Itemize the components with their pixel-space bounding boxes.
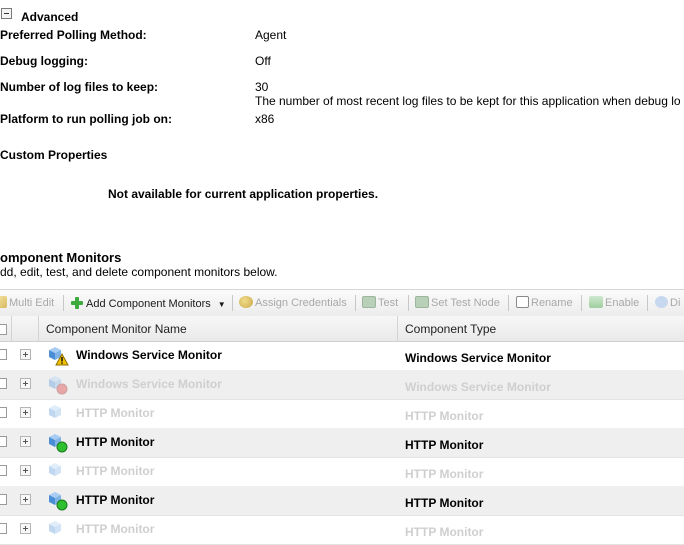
- debug-logging-value: Off: [255, 54, 271, 68]
- platform-label: Platform to run polling job on:: [0, 112, 172, 126]
- enable-button[interactable]: Enable: [589, 296, 639, 309]
- monitor-name[interactable]: HTTP Monitor: [76, 464, 154, 478]
- monitor-type: HTTP Monitor: [405, 409, 484, 423]
- monitor-type: HTTP Monitor: [405, 525, 484, 539]
- polling-method-label: Preferred Polling Method:: [0, 28, 147, 42]
- enable-icon: [589, 296, 603, 308]
- expand-row-icon[interactable]: [20, 378, 31, 389]
- expand-row-icon[interactable]: [20, 436, 31, 447]
- monitor-status-icon: [46, 375, 72, 395]
- expand-row-icon[interactable]: [20, 465, 31, 476]
- test-button[interactable]: Test: [362, 296, 398, 309]
- expand-row-icon[interactable]: [20, 494, 31, 505]
- debug-logging-label: Debug logging:: [0, 54, 88, 68]
- select-all-checkbox[interactable]: [0, 324, 7, 335]
- platform-value: x86: [255, 112, 275, 126]
- disable-label: Di: [670, 297, 681, 309]
- monitor-name[interactable]: Windows Service Monitor: [76, 348, 222, 362]
- row-checkbox[interactable]: [0, 407, 7, 418]
- polling-method-value: Agent: [255, 28, 287, 42]
- monitor-name[interactable]: HTTP Monitor: [76, 493, 154, 507]
- row-checkbox[interactable]: [0, 436, 7, 447]
- monitor-name[interactable]: Windows Service Monitor: [76, 377, 222, 391]
- expand-row-icon[interactable]: [20, 407, 31, 418]
- monitor-name[interactable]: HTTP Monitor: [76, 522, 154, 536]
- pencil-icon: [0, 296, 7, 308]
- row-checkbox[interactable]: [0, 494, 7, 505]
- monitor-status-icon: [46, 491, 72, 511]
- monitor-type: HTTP Monitor: [405, 467, 484, 481]
- rename-icon: [516, 296, 529, 308]
- credentials-icon: [239, 296, 253, 308]
- multi-edit-label: Multi Edit: [9, 297, 55, 309]
- multi-edit-button[interactable]: Multi Edit: [0, 296, 54, 309]
- table-row[interactable]: HTTP Monitor HTTP Monitor: [0, 457, 684, 487]
- collapse-advanced-icon[interactable]: [1, 8, 12, 19]
- advanced-heading: Advanced: [21, 10, 79, 24]
- row-checkbox[interactable]: [0, 523, 7, 534]
- log-files-label: Number of log files to keep:: [0, 80, 159, 94]
- monitor-status-icon: [46, 520, 72, 540]
- monitor-status-icon: [46, 462, 72, 482]
- monitor-name[interactable]: HTTP Monitor: [76, 406, 154, 420]
- component-monitors-subtitle: dd, edit, test, and delete component mon…: [0, 265, 278, 279]
- column-header-type[interactable]: Component Type: [405, 322, 496, 336]
- monitor-type: Windows Service Monitor: [405, 380, 551, 394]
- expand-row-icon[interactable]: [20, 349, 31, 360]
- add-component-monitors-button[interactable]: Add Component Monitors ▼: [70, 296, 226, 313]
- log-files-value: 30: [255, 80, 269, 94]
- log-files-note: The number of most recent log files to b…: [255, 94, 681, 108]
- table-row[interactable]: Windows Service Monitor Windows Service M…: [0, 341, 684, 371]
- monitor-type: HTTP Monitor: [405, 496, 484, 510]
- disable-icon: [655, 296, 668, 308]
- test-label: Test: [378, 297, 399, 309]
- column-header-name[interactable]: Component Monitor Name: [46, 322, 187, 336]
- custom-properties-heading: Custom Properties: [0, 148, 108, 162]
- monitor-type: HTTP Monitor: [405, 438, 484, 452]
- enable-label: Enable: [605, 297, 640, 309]
- set-test-node-label: Set Test Node: [431, 297, 500, 309]
- table-row[interactable]: HTTP Monitor HTTP Monitor: [0, 428, 684, 458]
- table-row[interactable]: HTTP Monitor HTTP Monitor: [0, 515, 684, 545]
- monitor-name[interactable]: HTTP Monitor: [76, 435, 154, 449]
- set-test-node-button[interactable]: Set Test Node: [415, 296, 500, 309]
- row-checkbox[interactable]: [0, 349, 7, 360]
- rename-label: Rename: [531, 297, 573, 309]
- test-icon: [362, 296, 376, 308]
- add-component-monitors-label: Add Component Monitors: [86, 298, 211, 310]
- add-icon: [70, 296, 84, 313]
- test-node-icon: [415, 296, 429, 308]
- monitor-type: Windows Service Monitor: [405, 351, 551, 365]
- table-row[interactable]: Windows Service Monitor Windows Service M…: [0, 370, 684, 400]
- monitor-status-icon: [46, 433, 72, 453]
- assign-credentials-label: Assign Credentials: [255, 297, 347, 309]
- monitor-status-icon: [46, 404, 72, 424]
- monitor-status-icon: [46, 346, 72, 366]
- expand-row-icon[interactable]: [20, 523, 31, 534]
- table-row[interactable]: HTTP Monitor HTTP Monitor: [0, 486, 684, 516]
- component-monitors-title: omponent Monitors: [0, 250, 122, 265]
- row-checkbox[interactable]: [0, 465, 7, 476]
- rename-button[interactable]: Rename: [516, 296, 573, 309]
- assign-credentials-button[interactable]: Assign Credentials: [239, 296, 347, 309]
- dropdown-arrow-icon: ▼: [217, 300, 226, 309]
- component-toolbar: Multi Edit Add Component Monitors ▼ Assi…: [0, 289, 684, 317]
- table-row[interactable]: HTTP Monitor HTTP Monitor: [0, 399, 684, 429]
- custom-properties-message: Not available for current application pr…: [108, 187, 379, 201]
- row-checkbox[interactable]: [0, 378, 7, 389]
- disable-button[interactable]: Di: [655, 296, 680, 309]
